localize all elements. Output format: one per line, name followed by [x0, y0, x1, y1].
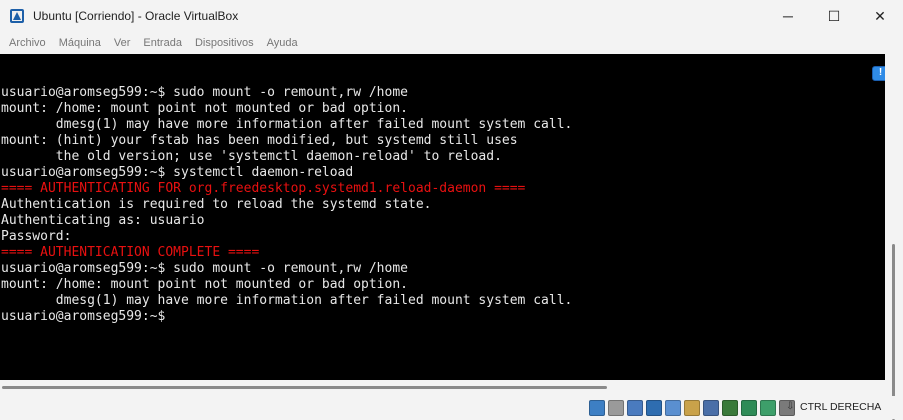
usb-icon[interactable] — [665, 400, 681, 416]
vertical-scrollbar[interactable] — [885, 54, 903, 420]
guest-additions-icon[interactable] — [760, 400, 776, 416]
menu-archivo[interactable]: Archivo — [9, 37, 46, 49]
virtualbox-icon[interactable] — [9, 8, 25, 24]
terminal-line: Authenticating as: usuario — [1, 213, 205, 228]
shared-folders-icon[interactable] — [684, 400, 700, 416]
terminal-line: usuario@aromseg599:~$ sudo mount -o remo… — [1, 85, 408, 100]
terminal-output: usuario@aromseg599:~$ sudo mount -o remo… — [1, 85, 572, 325]
hard-disk-icon[interactable] — [589, 400, 605, 416]
terminal-line-auth-header: ==== AUTHENTICATING FOR org.freedesktop.… — [1, 181, 526, 196]
close-button[interactable]: ✕ — [857, 0, 903, 32]
terminal-line: mount: /home: mount point not mounted or… — [1, 277, 408, 292]
menu-bar: Archivo Máquina Ver Entrada Dispositivos… — [0, 32, 903, 54]
window-controls: ─ ☐ ✕ — [765, 0, 903, 32]
cpu-icon[interactable] — [741, 400, 757, 416]
video-capture-icon[interactable] — [722, 400, 738, 416]
terminal-line: usuario@aromseg599:~$ sudo mount -o remo… — [1, 261, 408, 276]
menu-ver[interactable]: Ver — [114, 37, 131, 49]
status-icons — [589, 400, 795, 416]
window-title: Ubuntu [Corriendo] - Oracle VirtualBox — [33, 9, 239, 23]
display-icon[interactable] — [703, 400, 719, 416]
horizontal-scrollbar[interactable] — [0, 380, 885, 394]
terminal-line: mount: (hint) your fstab has been modifi… — [1, 133, 518, 148]
audio-icon[interactable] — [627, 400, 643, 416]
host-key-label[interactable]: CTRL DERECHA — [800, 401, 881, 413]
terminal-line: mount: /home: mount point not mounted or… — [1, 101, 408, 116]
title-bar: Ubuntu [Corriendo] - Oracle VirtualBox ─… — [0, 0, 903, 32]
network-icon[interactable] — [646, 400, 662, 416]
terminal-line: dmesg(1) may have more information after… — [1, 293, 573, 308]
minimize-button[interactable]: ─ — [765, 0, 811, 32]
vertical-scrollbar-thumb[interactable] — [892, 244, 895, 420]
terminal-line: Password: — [1, 229, 72, 244]
status-bar: ⇩ CTRL DERECHA — [0, 396, 903, 419]
menu-entrada[interactable]: Entrada — [143, 37, 182, 49]
horizontal-scrollbar-thumb[interactable] — [2, 386, 607, 389]
terminal-line-auth-complete: ==== AUTHENTICATION COMPLETE ==== — [1, 245, 260, 260]
menu-dispositivos[interactable]: Dispositivos — [195, 37, 254, 49]
terminal-line: the old version; use 'systemctl daemon-r… — [1, 149, 502, 164]
terminal-line: usuario@aromseg599:~$ systemctl daemon-r… — [1, 165, 354, 180]
menu-ayuda[interactable]: Ayuda — [267, 37, 298, 49]
menu-maquina[interactable]: Máquina — [59, 37, 101, 49]
host-key-arrow-icon: ⇩ — [786, 401, 795, 412]
optical-drive-icon[interactable] — [608, 400, 624, 416]
terminal-line: Authentication is required to reload the… — [1, 197, 432, 212]
terminal-line: dmesg(1) may have more information after… — [1, 117, 573, 132]
maximize-button[interactable]: ☐ — [811, 0, 857, 32]
terminal-prompt[interactable]: usuario@aromseg599:~$ — [1, 309, 572, 325]
